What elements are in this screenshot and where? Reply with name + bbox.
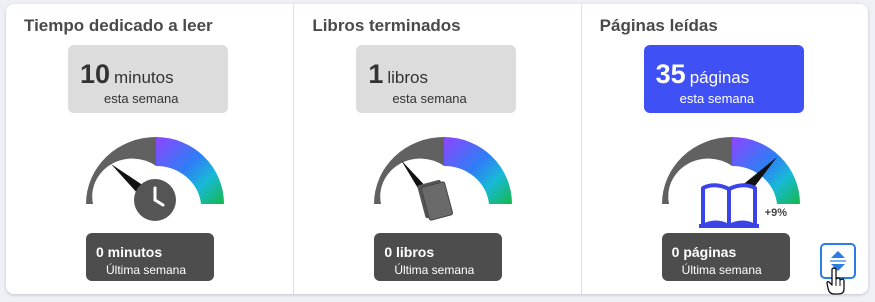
panel-title: Tiempo dedicado a leer — [24, 16, 213, 35]
clock-icon — [134, 179, 176, 221]
value-unit: minutos — [114, 68, 174, 87]
gauge-color-arc — [444, 137, 513, 204]
panel-title: Páginas leídas — [599, 16, 718, 35]
gauge — [374, 137, 513, 221]
value-period: esta semana — [679, 91, 755, 106]
last-week-pill: 0 libros Última semana — [374, 233, 503, 281]
last-week-value: 0 minutos — [96, 244, 163, 260]
delta-percent: +9% — [764, 207, 787, 219]
value-box: 10 minutos esta semana — [68, 45, 228, 113]
last-week-label: Última semana — [106, 263, 187, 277]
panel-reading-time: Tiempo dedicado a leer 10 minutos esta se… — [6, 4, 293, 294]
value-unit: libros — [387, 68, 428, 87]
value-number: 35 — [655, 59, 686, 89]
last-week-value: 0 libros — [384, 244, 435, 260]
value-unit: páginas — [689, 68, 750, 87]
last-week-label: Última semana — [394, 263, 475, 277]
open-book-icon — [698, 183, 759, 228]
value-number: 10 — [80, 59, 111, 89]
gauge — [86, 137, 224, 221]
book-icon — [417, 179, 454, 221]
value-period: esta semana — [104, 91, 179, 106]
hand-cursor-icon — [826, 267, 845, 295]
value-box: 1 libros esta semana — [356, 45, 517, 113]
last-week-value: 0 páginas — [671, 244, 737, 260]
panel-title: Libros terminados — [312, 16, 461, 35]
value-period: esta semana — [392, 91, 467, 106]
reading-stats-card: Tiempo dedicado a leer 10 minutos esta se… — [6, 4, 868, 294]
last-week-pill: 0 páginas Última semana — [661, 233, 790, 281]
last-week-pill: 0 minutos Última semana — [86, 233, 214, 281]
value-box: 35 páginas esta semana — [643, 45, 804, 113]
last-week-label: Última semana — [681, 263, 762, 277]
value-number: 1 — [368, 59, 384, 89]
panel-books-finished: Libros terminados 1 libros esta semana 0… — [293, 4, 580, 294]
